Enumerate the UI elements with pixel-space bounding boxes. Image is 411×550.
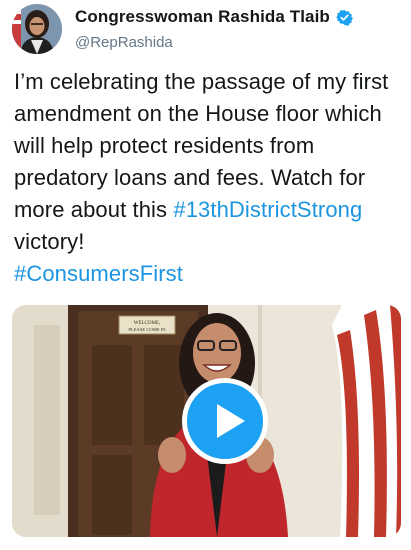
play-button[interactable] [182, 378, 268, 464]
hashtag-link[interactable]: #ConsumersFirst [14, 261, 183, 286]
hashtag-link[interactable]: #13thDistrictStrong [173, 197, 362, 222]
tweet-text: I’m celebrating the passage of my first … [14, 66, 404, 290]
door-sign-line-1: WELCOME, [134, 321, 161, 326]
author-block: Congresswoman Rashida Tlaib @RepRashida [75, 6, 353, 51]
author-name-row: Congresswoman Rashida Tlaib [75, 6, 353, 28]
tweet-card[interactable]: Congresswoman Rashida Tlaib @RepRashida … [0, 0, 411, 550]
verified-badge-icon [335, 9, 353, 26]
author-display-name[interactable]: Congresswoman Rashida Tlaib [75, 7, 330, 27]
video-thumbnail[interactable]: WELCOME, PLEASE COME IN [12, 305, 401, 537]
avatar[interactable] [12, 4, 62, 54]
author-handle[interactable]: @RepRashida [75, 34, 353, 51]
tweet-text-segment: victory! [14, 229, 85, 254]
play-icon [217, 404, 245, 438]
door-sign-line-2: PLEASE COME IN [128, 327, 166, 332]
